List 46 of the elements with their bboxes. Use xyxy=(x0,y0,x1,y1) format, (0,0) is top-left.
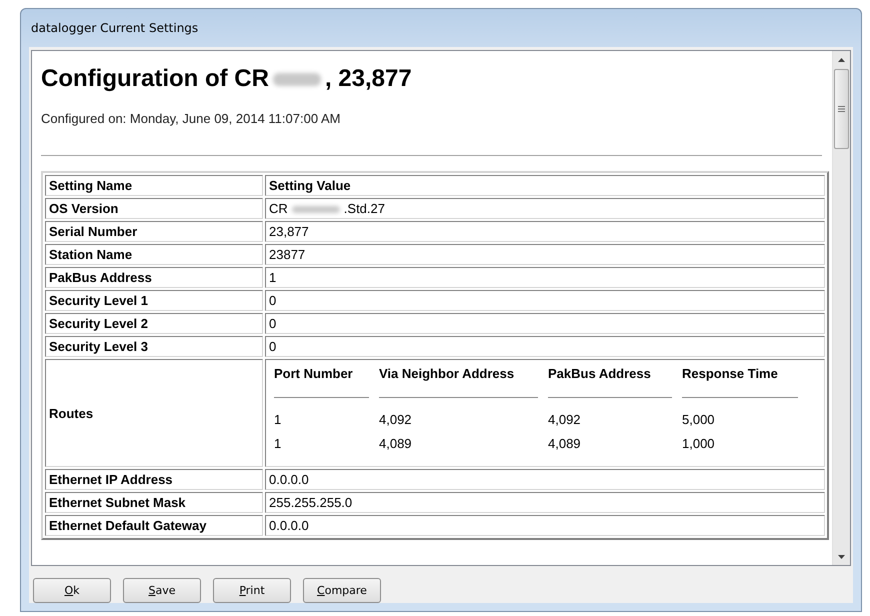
route-column-header: Port Number xyxy=(274,366,354,381)
window-title: datalogger Current Settings xyxy=(31,21,198,35)
grip-icon xyxy=(838,106,845,112)
setting-value-cell: 255.255.255.0 xyxy=(265,492,825,513)
setting-name-cell: Ethernet Default Gateway xyxy=(45,515,263,536)
setting-name-cell: Ethernet IP Address xyxy=(45,469,263,490)
setting-name-cell: Serial Number xyxy=(45,221,263,242)
dialog-button[interactable]: Print xyxy=(213,578,291,603)
scroll-down-arrow-icon[interactable] xyxy=(838,554,845,558)
scroll-up-arrow-icon[interactable] xyxy=(838,58,845,62)
setting-name-cell: OS Version xyxy=(45,198,263,219)
route-cell: 1,000 xyxy=(682,436,715,451)
dialog-button[interactable]: Compare xyxy=(303,578,381,603)
route-cell: 1 xyxy=(274,436,282,451)
route-column-header: Response Time xyxy=(682,366,779,381)
route-cell: 5,000 xyxy=(682,412,715,427)
route-cell: 4,092 xyxy=(379,412,412,427)
setting-name-cell: Security Level 1 xyxy=(45,290,263,311)
configured-date-text: Configured on: Monday, June 09, 2014 11:07:00 AM xyxy=(41,111,342,126)
setting-value-cell: 0.0.0.0 xyxy=(265,469,825,490)
setting-name-cell: PakBus Address xyxy=(45,267,263,288)
setting-value-cell: 1 xyxy=(265,267,825,288)
column-header: Setting Name xyxy=(45,175,263,196)
setting-value-cell: CR .Std.27 xyxy=(265,198,825,219)
route-column-header: Via Neighbor Address xyxy=(379,366,516,381)
setting-name-cell: Security Level 3 xyxy=(45,336,263,357)
report-title: Configuration of CR , 23,877 xyxy=(41,65,413,94)
route-cell: 1 xyxy=(274,412,282,427)
setting-value-cell: 23,877 xyxy=(265,221,825,242)
dialog-button[interactable]: Save xyxy=(123,578,201,603)
setting-name-cell: Routes xyxy=(45,359,263,467)
setting-name-cell: Security Level 2 xyxy=(45,313,263,334)
route-cell: 4,089 xyxy=(548,436,581,451)
setting-value-cell: 0 xyxy=(265,336,825,357)
column-header: Setting Value xyxy=(265,175,825,196)
route-cell: 4,089 xyxy=(379,436,412,451)
setting-value-cell: 23877 xyxy=(265,244,825,265)
setting-value-cell: 0 xyxy=(265,313,825,334)
scrollbar-thumb[interactable] xyxy=(834,69,849,149)
setting-name-cell: Station Name xyxy=(45,244,263,265)
setting-name-cell: Ethernet Subnet Mask xyxy=(45,492,263,513)
route-cell: 4,092 xyxy=(548,412,581,427)
setting-value-cell: 0 xyxy=(265,290,825,311)
route-column-header: PakBus Address xyxy=(548,366,652,381)
setting-value-cell: 0.0.0.0 xyxy=(265,515,825,536)
dialog-button[interactable]: Ok xyxy=(33,578,111,603)
